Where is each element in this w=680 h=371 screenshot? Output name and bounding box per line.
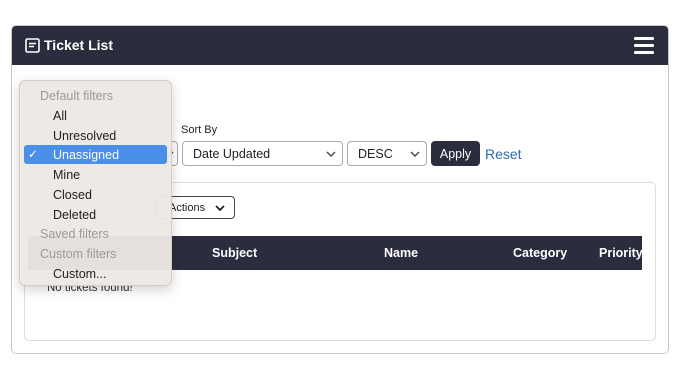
actions-label: Actions [169, 202, 206, 214]
reset-link[interactable]: Reset [485, 146, 522, 162]
sort-by-select[interactable]: Date Updated [182, 141, 343, 166]
chevron-down-icon [215, 205, 225, 212]
column-category[interactable]: Category [513, 246, 567, 260]
checkmark-icon: ✓ [28, 147, 39, 161]
sort-order-select[interactable]: DESC [347, 141, 427, 166]
filter-option-closed[interactable]: Closed [24, 185, 167, 204]
sort-by-label: Sort By [181, 124, 218, 136]
filter-option-all[interactable]: All [24, 106, 167, 125]
dropdown-group-header: Custom filters [40, 247, 117, 261]
column-name[interactable]: Name [384, 246, 418, 260]
column-subject[interactable]: Subject [212, 246, 257, 260]
chevron-down-icon [326, 151, 336, 157]
filter-option-mine[interactable]: Mine [24, 165, 167, 184]
chevron-down-icon [410, 151, 420, 157]
filter-option-unresolved[interactable]: Unresolved [24, 126, 167, 145]
hamburger-icon[interactable] [634, 37, 654, 54]
column-priority[interactable]: Priority [599, 246, 643, 260]
filter-option-custom[interactable]: Custom... [24, 264, 167, 283]
dropdown-group-header: Default filters [40, 89, 113, 103]
filter-option-unassigned[interactable]: ✓ Unassigned [24, 145, 167, 164]
filter-dropdown-menu: Default filters All Unresolved ✓ Unassig… [19, 80, 172, 286]
title-bar: Ticket List [12, 26, 668, 65]
apply-button[interactable]: Apply [431, 141, 480, 166]
sort-by-value: Date Updated [193, 147, 271, 161]
sort-order-value: DESC [358, 147, 393, 161]
page-title: Ticket List [44, 37, 113, 53]
filter-option-label: Unassigned [53, 148, 120, 162]
filter-option-deleted[interactable]: Deleted [24, 205, 167, 224]
list-icon [25, 38, 40, 53]
dropdown-group-header: Saved filters [40, 227, 109, 241]
